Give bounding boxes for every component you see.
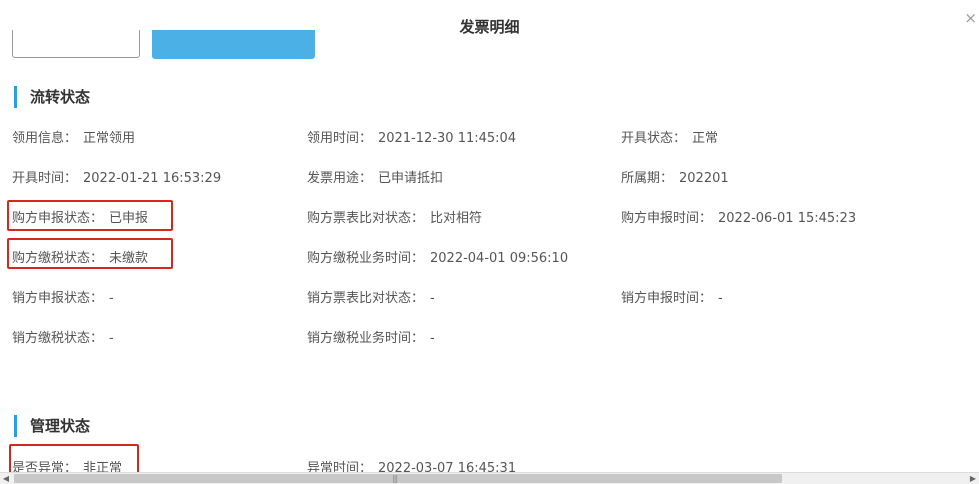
field-value: -	[718, 291, 723, 306]
grip-icon: |||	[392, 474, 398, 483]
highlight-box-buyer-tax	[7, 238, 173, 269]
field-label: 销方票表比对状态：	[307, 291, 425, 306]
field-buyer-declare-time: 购方申报时间： 2022-06-01 15:45:23	[621, 207, 856, 226]
scroll-left-icon[interactable]: ◀	[0, 473, 12, 484]
close-icon[interactable]: ×	[964, 9, 977, 27]
field-label: 销方缴税业务时间：	[307, 331, 425, 346]
field-value: 2022-04-01 09:56:10	[430, 251, 569, 266]
field-value: 比对相符	[430, 211, 483, 226]
field-seller-declare-time: 销方申报时间： -	[621, 287, 723, 306]
field-label: 销方申报时间：	[621, 291, 713, 306]
field-value: 2021-12-30 11:45:04	[378, 131, 517, 146]
primary-button[interactable]	[152, 30, 315, 59]
field-value: 202201	[679, 171, 729, 186]
field-value: -	[430, 331, 435, 346]
field-label: 领用信息：	[12, 131, 78, 146]
scroll-right-icon[interactable]: ▶	[967, 473, 979, 484]
field-value: 2022-06-01 15:45:23	[718, 211, 857, 226]
field-period: 所属期： 202201	[621, 167, 729, 186]
field-label: 所属期：	[621, 171, 674, 186]
field-label: 开具状态：	[621, 131, 687, 146]
field-invoice-use: 发票用途： 已申请抵扣	[307, 167, 443, 186]
field-buyer-compare: 购方票表比对状态： 比对相符	[307, 207, 482, 226]
field-value: -	[109, 291, 114, 306]
field-seller-compare: 销方票表比对状态： -	[307, 287, 435, 306]
field-kaiju-status: 开具状态： 正常	[621, 127, 718, 146]
field-seller-tax-time: 销方缴税业务时间： -	[307, 327, 435, 346]
field-label: 购方票表比对状态：	[307, 211, 425, 226]
field-label: 领用时间：	[307, 131, 373, 146]
field-value: -	[109, 331, 114, 346]
field-value: 正常领用	[83, 131, 136, 146]
field-label: 销方缴税状态：	[12, 331, 104, 346]
field-label: 开具时间：	[12, 171, 78, 186]
field-label: 购方申报时间：	[621, 211, 713, 226]
field-buyer-tax-time: 购方缴税业务时间： 2022-04-01 09:56:10	[307, 247, 568, 266]
field-value: 已申请抵扣	[378, 171, 444, 186]
secondary-button[interactable]	[12, 30, 140, 58]
section-title-circulation: 流转状态	[14, 86, 90, 108]
field-label: 购方缴税业务时间：	[307, 251, 425, 266]
field-value: 2022-01-21 16:53:29	[83, 171, 222, 186]
field-seller-declare: 销方申报状态： -	[12, 287, 114, 306]
field-label: 发票用途：	[307, 171, 373, 186]
dialog-title: 发票明细	[459, 18, 520, 36]
field-value: -	[430, 291, 435, 306]
field-lingyong-time: 领用时间： 2021-12-30 11:45:04	[307, 127, 516, 146]
field-lingyong-info: 领用信息： 正常领用	[12, 127, 135, 146]
highlight-box-buyer-declare	[7, 200, 173, 231]
section-title-management: 管理状态	[14, 415, 90, 437]
horizontal-scrollbar[interactable]: ◀ ||| ▶	[0, 472, 979, 484]
field-value: 正常	[692, 131, 719, 146]
field-kaiju-time: 开具时间： 2022-01-21 16:53:29	[12, 167, 221, 186]
field-seller-tax: 销方缴税状态： -	[12, 327, 114, 346]
field-label: 销方申报状态：	[12, 291, 104, 306]
scrollbar-thumb[interactable]: |||	[14, 474, 782, 483]
